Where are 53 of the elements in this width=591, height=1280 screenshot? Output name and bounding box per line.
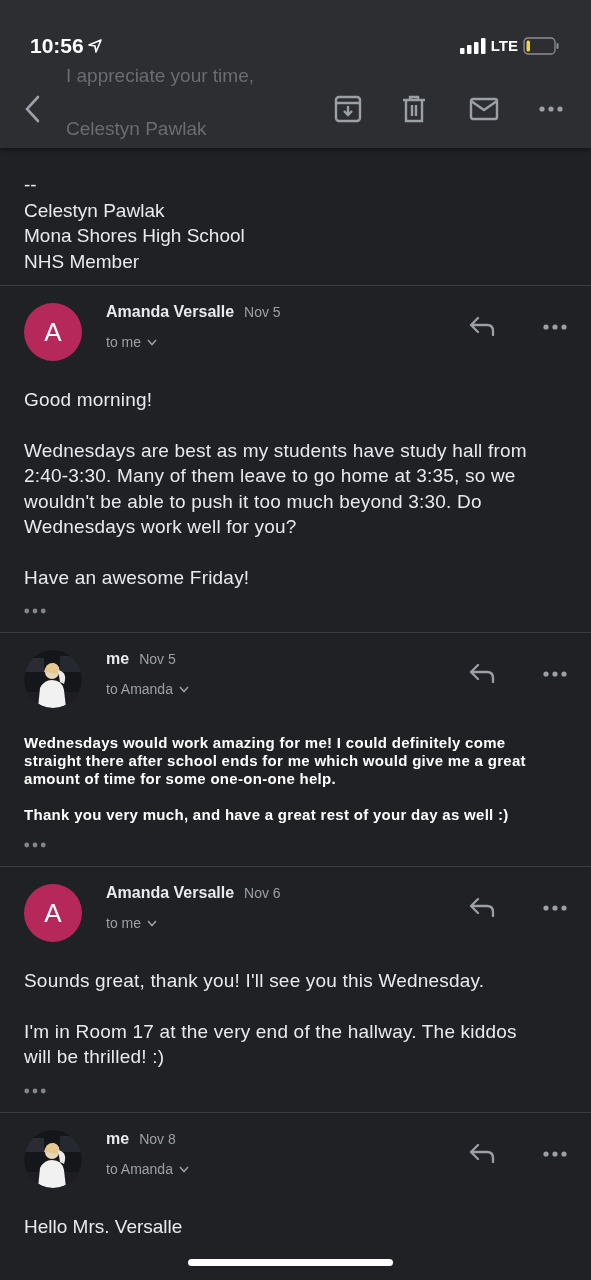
scrolled-text: I appreciate your time, [66, 64, 254, 88]
recipient-dropdown[interactable]: to me [106, 913, 157, 934]
reply-icon[interactable] [469, 897, 495, 917]
location-arrow-icon [87, 39, 102, 53]
show-trimmed-icon[interactable] [24, 842, 46, 848]
show-trimmed-icon[interactable] [24, 1087, 46, 1094]
message-date: Nov 8 [139, 1129, 176, 1149]
more-icon[interactable] [543, 324, 567, 330]
more-icon[interactable] [543, 1150, 567, 1157]
avatar: A [24, 884, 82, 942]
trash-icon[interactable] [402, 95, 426, 123]
sender-name: me [106, 1128, 130, 1149]
recipient-dropdown[interactable]: to me [106, 332, 157, 353]
battery-icon [523, 37, 559, 55]
message-date: Nov 5 [244, 303, 281, 322]
more-icon[interactable] [539, 106, 563, 112]
scrolled-text: Celestyn Pawlak [66, 116, 208, 141]
show-trimmed-icon[interactable] [24, 608, 46, 614]
message-text: Good morning! [24, 388, 154, 412]
avatar: A [24, 303, 82, 361]
message-text: Have an awesome Friday! [24, 565, 251, 590]
sender-name: Amanda Versalle [106, 302, 235, 322]
message-text: Sounds great, thank you! I'll see you this Wednesday. [24, 969, 486, 993]
signature-line: NHS Member [24, 249, 141, 274]
recipient-dropdown[interactable]: to Amanda [106, 1158, 189, 1180]
more-icon[interactable] [543, 905, 567, 911]
status-time: 10:56 [30, 33, 84, 60]
chevron-down-icon [147, 339, 157, 346]
recipient-dropdown[interactable]: to Amanda [106, 679, 189, 700]
sender-name: Amanda Versalle [106, 883, 235, 903]
message-text: Wednesdays would work amazing for me! I could definitely come straight there after school ends for me which would give me a great amount of time for some one-on-one help. [24, 734, 527, 788]
archive-icon[interactable] [334, 95, 362, 123]
signal-icon [459, 38, 486, 54]
reply-icon[interactable] [469, 1142, 495, 1163]
reply-icon[interactable] [469, 316, 495, 336]
chevron-down-icon [178, 686, 189, 693]
message-date: Nov 6 [244, 884, 281, 903]
network-label: LTE [490, 35, 518, 56]
signature-line: -- [24, 173, 38, 197]
message-text: Thank you very much, and have a great rest of your day as well :) [24, 806, 510, 824]
reply-icon[interactable] [469, 663, 495, 683]
signature-line: Mona Shores High School [24, 224, 246, 248]
back-icon[interactable] [24, 95, 40, 123]
mail-icon[interactable] [469, 97, 499, 121]
message-text: I'm in Room 17 at the very end of the hallway. The kiddos will be thrilled! :) [24, 1019, 518, 1069]
message-date: Nov 5 [139, 650, 176, 669]
chevron-down-icon [147, 920, 157, 927]
message-text: Hello Mrs. Versalle [24, 1214, 184, 1239]
more-icon[interactable] [543, 671, 567, 677]
signature-line: Celestyn Pawlak [24, 198, 166, 223]
chevron-down-icon [178, 1165, 189, 1173]
message-text: Wednesdays are best as my students have study hall from 2:40-3:30. Many of them leave to go home at 3:35, so we wouldn't be able to push it too much beyond 3:30. Do Wednesdays work well for you? [24, 438, 528, 539]
sender-name: me [106, 649, 130, 669]
